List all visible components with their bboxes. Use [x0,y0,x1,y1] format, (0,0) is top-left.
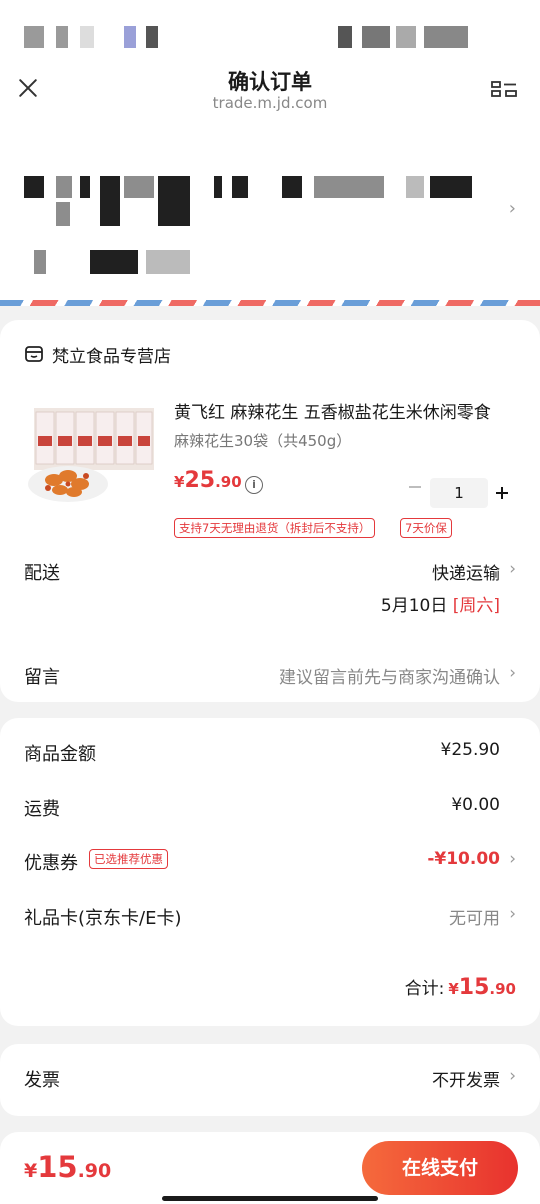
status-redacted [146,26,158,48]
goods-amount-value: ¥25.90 [440,740,500,760]
quantity-minus-button[interactable] [406,478,424,496]
bottom-integer: 15 [37,1150,78,1184]
address-redacted [314,176,384,198]
status-redacted [56,26,68,48]
address-redacted [56,176,72,198]
contact-redacted [90,250,138,274]
home-indicator[interactable] [162,1196,378,1201]
product-title[interactable]: 黄飞红 麻辣花生 五香椒盐花生米休闲零食 [174,398,514,423]
page-title: 确认订单 [228,70,312,94]
delivery-method[interactable]: 快递运输 [432,559,500,584]
store-row[interactable]: 梵立食品专营店 [24,342,171,367]
pay-online-button[interactable]: 在线支付 [362,1141,518,1195]
shipping-value: ¥0.00 [451,795,500,815]
invoice-card[interactable]: 发票 不开发票 › [0,1044,540,1116]
address-redacted [232,176,248,198]
status-redacted [80,26,94,48]
address-redacted [124,176,154,198]
giftcard-value[interactable]: 无可用 [449,904,500,929]
more-menu-icon[interactable] [490,78,518,100]
address-redacted [56,202,70,226]
status-bar [0,0,540,60]
product-card: 梵立食品专营店 黄飞红 麻辣花生 五香椒盐花生米休闲零食 麻辣花生30袋（共45… [0,320,540,702]
contact-redacted [146,250,190,274]
chevron-right-icon: › [508,198,516,219]
address-redacted [282,176,302,198]
nav-header: 确认订单 trade.m.jd.com [0,60,540,122]
goods-amount-label: 商品金额 [24,744,96,765]
store-name: 梵立食品专营店 [52,346,171,367]
address-card[interactable]: › [0,122,540,306]
delivery-date[interactable]: 5月10日 [周六] [381,591,500,616]
delivery-date-text: 5月10日 [380,596,448,616]
total-row: 合计: ¥ 15 .90 [405,974,516,1000]
address-redacted [430,176,472,198]
address-redacted [80,176,90,198]
total-currency: ¥ [448,980,459,998]
chevron-right-icon[interactable]: › [509,559,516,579]
message-label: 留言 [24,667,60,688]
status-redacted [396,26,416,48]
status-redacted [24,26,44,48]
address-redacted [24,176,44,198]
address-redacted [158,176,190,226]
status-redacted [424,26,468,48]
status-redacted [124,26,136,48]
price-info-icon[interactable]: i [245,476,263,494]
coupon-recommended-tag: 已选推荐优惠 [89,849,168,869]
chevron-right-icon[interactable]: › [509,904,516,924]
address-redacted [100,176,120,226]
quantity-value[interactable]: 1 [430,478,488,508]
bottom-currency: ¥ [24,1160,38,1182]
invoice-label: 发票 [24,1070,60,1091]
total-decimal: .90 [489,980,516,998]
airmail-border [0,300,540,306]
status-redacted [362,26,390,48]
page-url: trade.m.jd.com [212,94,328,112]
coupon-label: 优惠券 [24,853,78,874]
product-spec[interactable]: 麻辣花生30袋（共450g） [174,430,351,451]
total-amount: ¥ 15 .90 [448,975,516,1000]
chevron-right-icon[interactable]: › [509,1066,516,1086]
bottom-decimal: .90 [77,1160,112,1182]
price-summary-card: 商品金额 ¥25.90 运费 ¥0.00 优惠券 已选推荐优惠 -¥10.00 … [0,718,540,1026]
more-menu-icon-glyph [491,81,517,97]
invoice-value[interactable]: 不开发票 [432,1066,500,1091]
product-price: ¥ 25 .90 [174,468,242,493]
delivery-weekday: [周六] [452,596,500,616]
return-policy-tag: 支持7天无理由退货（拆封后不支持） [174,518,376,538]
coupon-value[interactable]: -¥10.00 [427,849,500,869]
price-integer: 25 [184,468,216,493]
shipping-label: 运费 [24,799,60,820]
status-redacted [338,26,352,48]
price-currency: ¥ [174,473,185,491]
quantity-plus-button[interactable] [493,484,511,502]
price-protect-tag: 7天价保 [400,518,452,538]
total-integer: 15 [458,975,490,1000]
price-decimal: .90 [215,473,242,491]
chevron-right-icon[interactable]: › [509,849,516,869]
contact-redacted [34,250,46,274]
checkout-bar: ¥ 15 .90 在线支付 [0,1132,540,1204]
store-icon [25,346,43,362]
address-redacted [406,176,424,198]
bottom-total-price: ¥ 15 .90 [24,1150,111,1184]
giftcard-label: 礼品卡(京东卡/E卡) [24,908,182,929]
delivery-label: 配送 [24,563,60,584]
address-redacted [214,176,222,198]
message-field[interactable]: 建议留言前先与商家沟通确认 [279,663,500,688]
product-image[interactable] [24,398,158,510]
total-label: 合计: [404,979,445,999]
chevron-right-icon[interactable]: › [509,663,516,683]
